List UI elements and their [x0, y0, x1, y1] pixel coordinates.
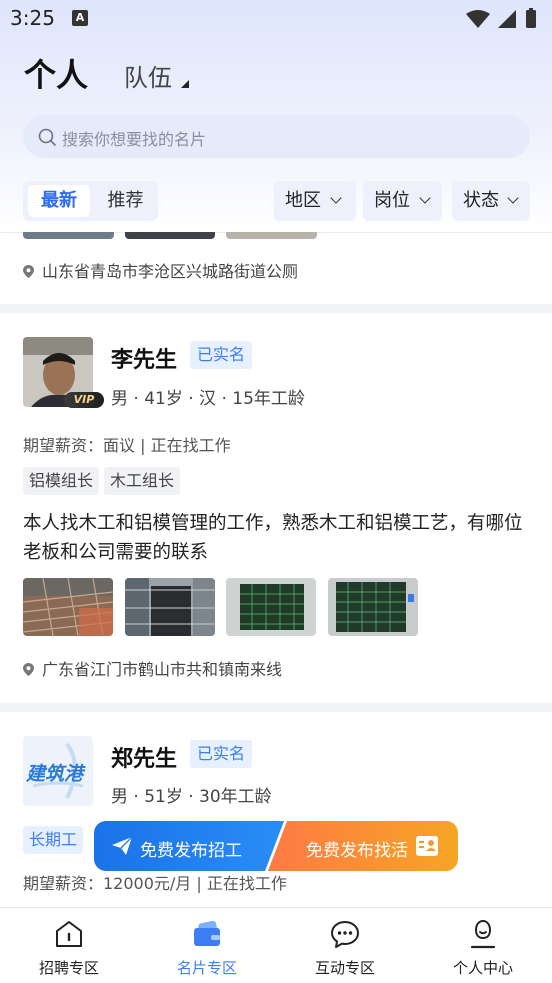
search-input[interactable]: 搜索你想要找的名片 [23, 115, 530, 158]
nav-recruit[interactable]: 招聘专区 [0, 908, 138, 983]
card-location: 广东省江门市鹤山市共和镇南来线 [23, 656, 282, 680]
tab-person[interactable]: 个人 [24, 50, 88, 96]
nav-cards[interactable]: 名片专区 [138, 908, 276, 983]
card-location: 山东省青岛市李沧区兴城路街道公厕 [23, 258, 298, 282]
card-photo[interactable] [226, 232, 317, 239]
card-salary: 期望薪资：12000元/月 | 正在找工作 [23, 874, 287, 893]
post-job-seek-label: 免费发布找活 [306, 841, 408, 861]
floating-action-bar: 免费发布招工 免费发布找活 [94, 821, 458, 871]
status-time: 3:25 [10, 6, 55, 30]
filter-region-label: 地区 [285, 190, 321, 211]
avatar-logo-text: 建筑港 [26, 763, 84, 785]
notification-icon: A [72, 10, 88, 26]
post-recruit-button[interactable]: 免费发布招工 [94, 821, 284, 871]
post-recruit-label: 免费发布招工 [140, 841, 242, 861]
filter-position-button[interactable]: 岗位 [363, 181, 442, 221]
home-icon [56, 921, 82, 947]
bottom-nav: 招聘专区 名片专区 互动专区 个人中心 [0, 907, 552, 983]
card-photo[interactable] [226, 578, 316, 636]
filter-region-button[interactable]: 地区 [274, 181, 356, 221]
person-icon [470, 919, 496, 949]
search-icon [38, 128, 56, 146]
card-meta: 男 · 41岁 · 汉 · 15年工龄 [111, 389, 305, 409]
post-job-seek-button[interactable]: 免费发布找活 [268, 821, 458, 871]
nav-label: 名片专区 [176, 959, 237, 977]
location-pin-icon [23, 663, 34, 676]
search-placeholder: 搜索你想要找的名片 [62, 130, 207, 149]
card-description: 本人找木工和铝模管理的工作，熟悉木工和铝模工艺，有哪位老板和公司需要的联系 [23, 513, 523, 563]
verified-badge: 已实名 [190, 740, 253, 768]
tab-team[interactable]: 队伍 [124, 58, 172, 93]
card-photo[interactable] [125, 578, 215, 636]
contact-card-icon [416, 836, 438, 856]
filter-status-label: 状态 [463, 190, 499, 211]
vip-badge: VIP [64, 392, 104, 408]
card-photo[interactable] [328, 578, 418, 636]
status-bar: 3:25 A [0, 0, 552, 38]
card-name[interactable]: 郑先生 [111, 741, 177, 773]
paper-plane-icon [112, 836, 133, 855]
job-tag: 木工组长 [104, 467, 181, 495]
chevron-down-icon [419, 192, 431, 204]
verified-badge: 已实名 [190, 341, 253, 369]
signal-battery-icons [466, 8, 536, 28]
card-salary: 期望薪资：面议 | 正在找工作 [23, 436, 231, 455]
chevron-down-icon [507, 192, 519, 204]
nav-interact[interactable]: 互动专区 [276, 908, 414, 983]
filter-status-button[interactable]: 状态 [452, 181, 530, 221]
nav-label: 个人中心 [452, 959, 513, 977]
chevron-down-icon [330, 192, 342, 204]
nav-label: 招聘专区 [38, 959, 99, 977]
card-meta: 男 · 51岁 · 30年工龄 [111, 787, 272, 807]
card-photo[interactable] [23, 578, 113, 636]
sort-recommend-button[interactable]: 推荐 [98, 185, 153, 217]
card-separator [0, 703, 552, 712]
location-text: 广东省江门市鹤山市共和镇南来线 [42, 660, 283, 679]
location-pin-icon [23, 265, 34, 278]
job-tag: 长期工 [23, 826, 84, 854]
sort-latest-button[interactable]: 最新 [28, 185, 90, 217]
card-name[interactable]: 李先生 [111, 342, 177, 374]
job-tag: 铝模组长 [23, 467, 100, 495]
filter-position-label: 岗位 [374, 190, 410, 211]
card-separator [0, 304, 552, 313]
card-wallet-icon [194, 920, 220, 946]
card-photo[interactable] [125, 232, 215, 239]
dropdown-corner-icon [181, 80, 189, 88]
sort-toggle: 最新 推荐 [23, 181, 158, 221]
avatar[interactable]: 建筑港 [23, 736, 93, 806]
nav-profile[interactable]: 个人中心 [414, 908, 552, 983]
chat-icon [331, 921, 359, 948]
card-photo[interactable] [23, 232, 114, 239]
location-text: 山东省青岛市李沧区兴城路街道公厕 [42, 262, 299, 281]
nav-label: 互动专区 [314, 959, 375, 977]
